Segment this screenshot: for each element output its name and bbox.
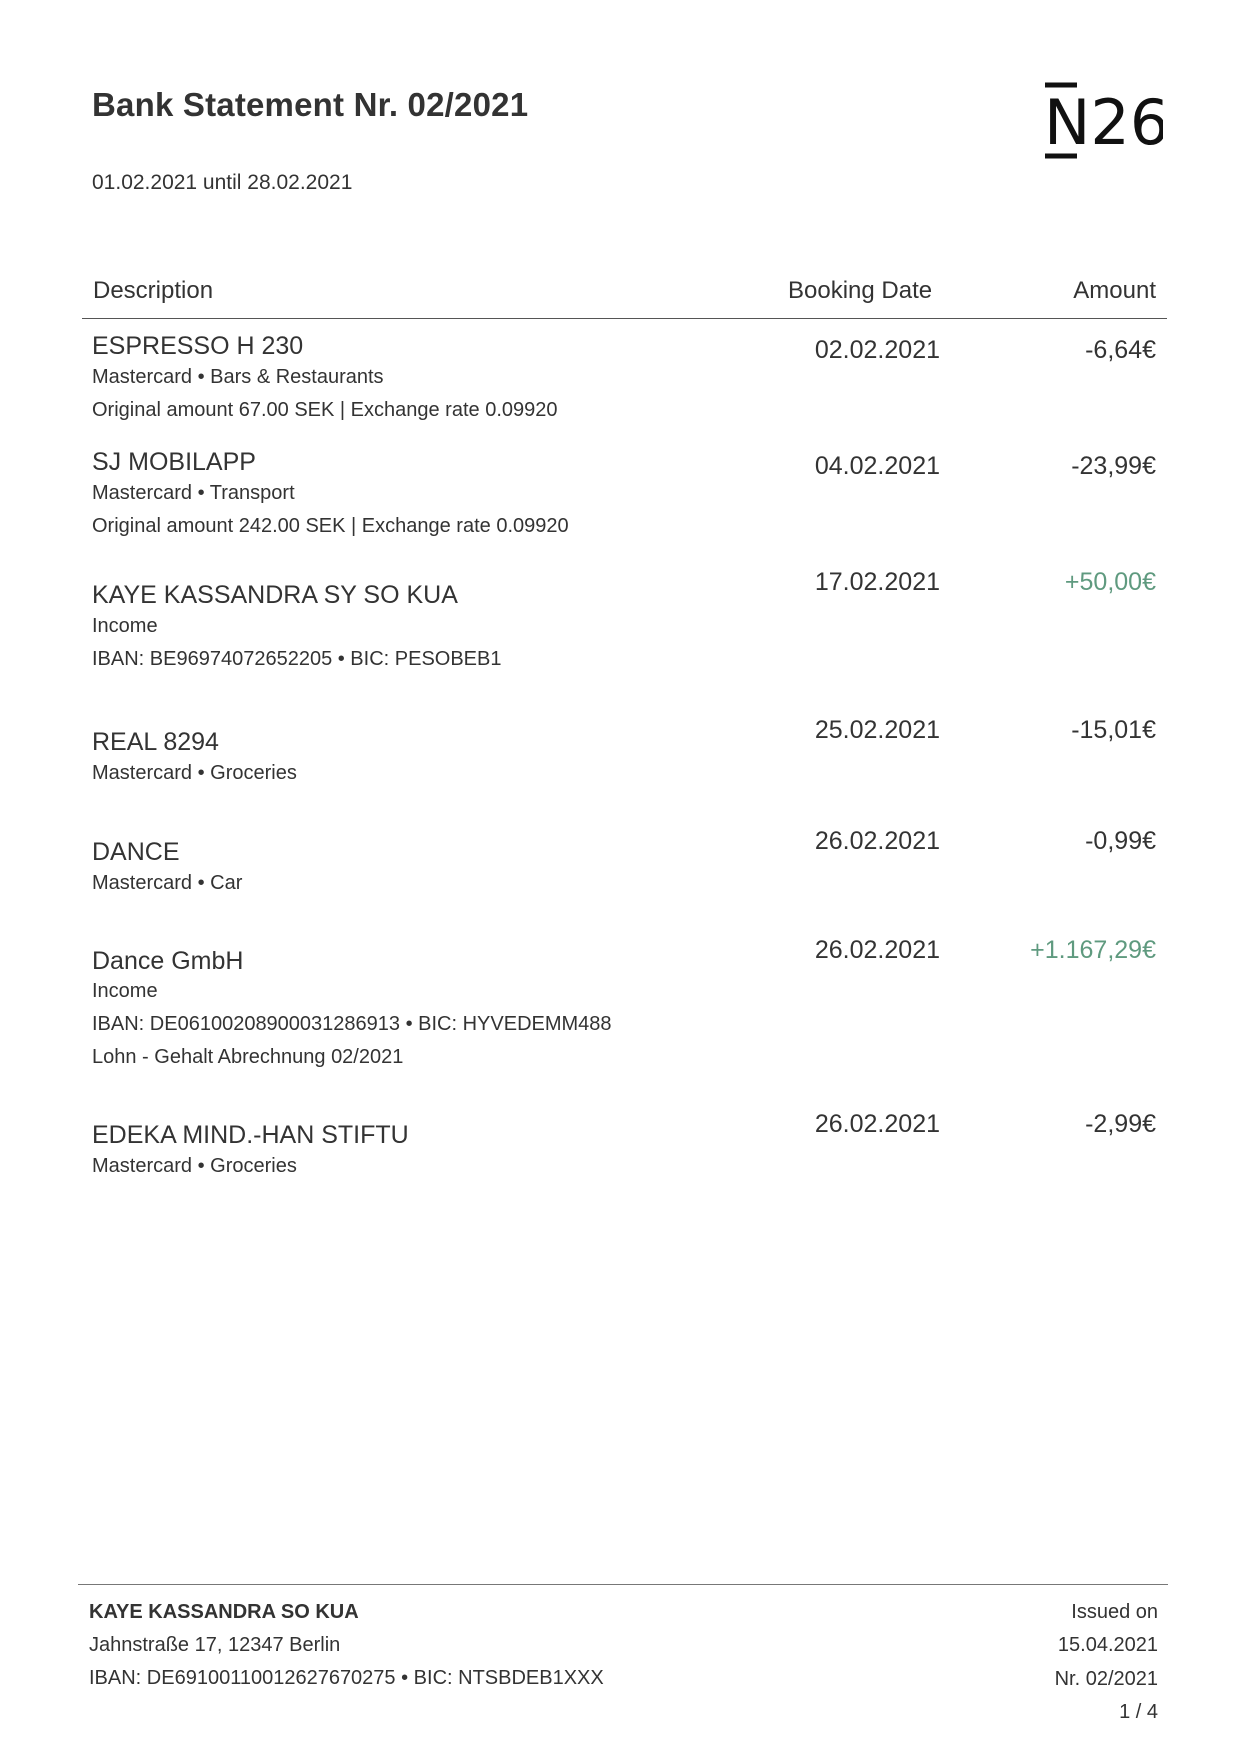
transaction-amount: +1.167,29€ [1030,936,1156,964]
transaction-name: Dance GmbH [92,947,244,975]
transaction-amount: -6,64€ [1085,336,1156,364]
issued-label: Issued on [1071,1601,1158,1623]
page-number: 1 / 4 [1119,1701,1158,1723]
transaction-amount: -15,01€ [1071,716,1156,744]
transaction-detail: Income [92,980,158,1002]
transaction-date: 25.02.2021 [814,716,940,744]
transaction-amount: +50,00€ [1064,568,1156,596]
transaction-detail: IBAN: BE96974072652205 • BIC: PESOBEB1 [92,648,502,670]
transaction-amount: -2,99€ [1085,1110,1156,1138]
transaction-name: DANCE [92,838,180,866]
statement-number: Nr. 02/2021 [1054,1668,1158,1690]
account-holder-name: KAYE KASSANDRA SO KUA [89,1601,359,1623]
transaction-name: EDEKA MIND.-HAN STIFTU [92,1121,409,1149]
transaction-amount: -0,99€ [1085,827,1156,855]
transaction-date: 04.02.2021 [814,452,940,480]
transaction-date: 02.02.2021 [814,336,940,364]
transaction-detail: Income [92,615,158,637]
transaction-detail: Original amount 242.00 SEK | Exchange ra… [92,515,569,537]
column-header-description: Description [93,277,214,304]
transaction-detail: Mastercard • Groceries [92,762,297,784]
transaction-date: 17.02.2021 [814,568,940,596]
transaction-date: 26.02.2021 [814,1110,940,1138]
statement-period: 01.02.2021 until 28.02.2021 [92,171,353,194]
transaction-date: 26.02.2021 [814,827,940,855]
transaction-name: ESPRESSO H 230 [92,332,304,360]
transaction-amount: -23,99€ [1071,452,1156,480]
issued-date: 15.04.2021 [1057,1634,1158,1656]
account-iban: IBAN: DE69100110012627670275 • BIC: NTSB… [89,1667,604,1689]
transaction-detail: Original amount 67.00 SEK | Exchange rat… [92,399,558,421]
transaction-name: REAL 8294 [92,728,219,756]
account-holder-address: Jahnstraße 17, 12347 Berlin [89,1634,341,1656]
transaction-detail: Mastercard • Bars & Restaurants [92,366,384,388]
column-header-booking-date: Booking Date [788,277,933,304]
footer-divider [78,1584,1168,1585]
transaction-detail: Mastercard • Car [92,872,243,894]
transaction-date: 26.02.2021 [814,936,940,964]
n26-logo: N26 [1045,82,1163,159]
transaction-name: KAYE KASSANDRA SY SO KUA [92,581,458,609]
transaction-detail: IBAN: DE06100208900031286913 • BIC: HYVE… [92,1013,612,1035]
statement-title: Bank Statement Nr. 02/2021 [92,86,529,123]
transaction-detail: Mastercard • Transport [92,482,295,504]
transaction-name: SJ MOBILAPP [92,448,256,476]
header-divider [82,318,1167,319]
svg-text:N26: N26 [1045,86,1163,159]
transaction-detail: Mastercard • Groceries [92,1155,297,1177]
column-header-amount: Amount [1073,277,1156,304]
transaction-detail: Lohn - Gehalt Abrechnung 02/2021 [92,1046,404,1068]
